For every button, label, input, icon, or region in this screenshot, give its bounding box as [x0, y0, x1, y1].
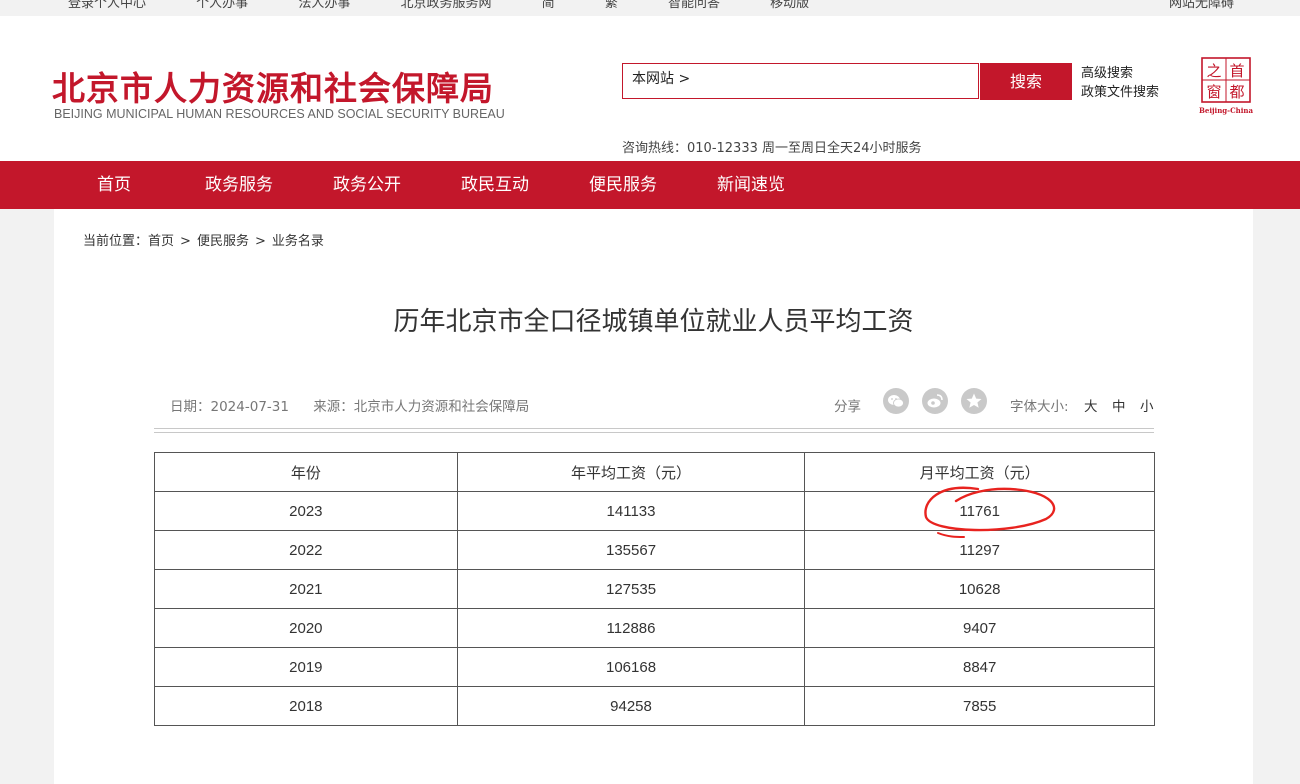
star-icon [966, 393, 982, 408]
page-title: 历年北京市全口径城镇单位就业人员平均工资 [393, 307, 914, 337]
breadcrumb-business-list[interactable]: 业务名录 [272, 234, 324, 249]
search-input[interactable]: 本网站 > [622, 63, 979, 99]
table-row: 2019 106168 8847 [154, 647, 1155, 687]
article-meta: 日期：2024-07-31 来源：北京市人力资源和社会保障局 [170, 395, 549, 415]
cell-annual-wage: 127535 [456, 569, 806, 609]
nav-gov-services[interactable]: 政务服务 [205, 161, 273, 209]
cell-annual-wage: 135567 [456, 530, 806, 570]
top-utility-bar: 登录个人中心 个人办事 法人办事 北京政务服务网 简 繁 智能问答 移动版 网站… [0, 0, 1300, 16]
search-button[interactable]: 搜索 [980, 63, 1072, 100]
cell-monthly-wage: 8847 [804, 647, 1155, 687]
breadcrumb-separator: > [180, 234, 191, 249]
table-header-row: 年份 年平均工资（元） 月平均工资（元） [154, 452, 1155, 492]
cell-monthly-wage: 7855 [804, 686, 1155, 726]
top-link-personal-center[interactable]: 登录个人中心 [68, 0, 146, 11]
cell-year: 2021 [154, 569, 458, 609]
table-row: 2022 135567 11297 [154, 530, 1155, 570]
nav-home[interactable]: 首页 [97, 161, 131, 209]
top-link-simplified[interactable]: 简 [542, 0, 555, 11]
table-row: 2021 127535 10628 [154, 569, 1155, 609]
wechat-icon [888, 395, 904, 408]
policy-search-link[interactable]: 政策文件搜索 [1081, 83, 1159, 102]
hotline-text: 咨询热线：010-12333 周一至周日全天24小时服务 [622, 141, 922, 156]
cell-annual-wage: 94258 [456, 686, 806, 726]
cell-monthly-wage: 11761 [804, 491, 1155, 531]
top-link-corporate-affairs[interactable]: 法人办事 [298, 0, 350, 11]
cell-annual-wage: 112886 [456, 608, 806, 648]
font-size-medium[interactable]: 中 [1112, 395, 1126, 415]
wage-table: 年份 年平均工资（元） 月平均工资（元） 2023 141133 11761 2… [154, 452, 1155, 726]
font-size-small[interactable]: 小 [1140, 395, 1154, 415]
search-scope-label[interactable]: 本网站 > [632, 71, 690, 87]
article-source: 来源：北京市人力资源和社会保障局 [313, 399, 530, 415]
main-nav: 首页 政务服务 政务公开 政民互动 便民服务 新闻速览 [0, 161, 1300, 209]
share-label: 分享 [834, 399, 861, 415]
svg-text:Beijing-China: Beijing-China [1199, 106, 1254, 115]
top-link-gov-service[interactable]: 北京政务服务网 [400, 0, 491, 11]
nav-news[interactable]: 新闻速览 [717, 161, 785, 209]
breadcrumb-separator: > [254, 234, 266, 249]
top-links: 登录个人中心 个人办事 法人办事 北京政务服务网 简 繁 智能问答 移动版 [68, 0, 855, 11]
top-link-personal-affairs[interactable]: 个人办事 [196, 0, 248, 11]
font-size-label: 字体大小: [1010, 399, 1069, 415]
article-content: 当前位置：首页 > 便民服务 > 业务名录 历年北京市全口径城镇单位就业人员平均工资 日… [54, 209, 1253, 784]
top-link-traditional[interactable]: 繁 [605, 0, 618, 11]
table-row: 2023 141133 11761 [154, 491, 1155, 531]
advanced-search-link[interactable]: 高级搜索 [1081, 64, 1159, 83]
header-monthly-wage: 月平均工资（元） [804, 452, 1155, 492]
weibo-share-button[interactable] [922, 388, 948, 414]
nav-gov-disclosure[interactable]: 政务公开 [333, 161, 401, 209]
header-year: 年份 [154, 452, 458, 492]
breadcrumb-citizen-services[interactable]: 便民服务 [197, 234, 249, 249]
breadcrumb-prefix: 当前位置： [83, 234, 149, 249]
search-links: 高级搜索 政策文件搜索 [1081, 64, 1159, 102]
cell-monthly-wage: 9407 [804, 608, 1155, 648]
weibo-icon [927, 394, 943, 408]
capital-window-seal-icon: 首 都 之 窗 Beijing-China [1199, 57, 1254, 115]
capital-window-logo[interactable]: 首 都 之 窗 Beijing-China [1198, 56, 1254, 116]
svg-text:之: 之 [1206, 62, 1221, 80]
top-link-mobile[interactable]: 移动版 [770, 0, 809, 11]
site-logo-title[interactable]: 北京市人力资源和社会保障局 [52, 62, 494, 110]
cell-year: 2020 [154, 608, 458, 648]
cell-year: 2023 [154, 491, 458, 531]
svg-text:首: 首 [1229, 62, 1244, 80]
breadcrumb-home[interactable]: 首页 [148, 234, 174, 249]
favorite-share-button[interactable] [961, 388, 987, 414]
site-logo-subtitle: BEIJING MUNICIPAL HUMAN RESOURCES AND SO… [54, 107, 505, 121]
svg-text:窗: 窗 [1206, 83, 1221, 101]
site-header: 北京市人力资源和社会保障局 BEIJING MUNICIPAL HUMAN RE… [0, 16, 1300, 161]
top-link-accessibility[interactable]: 网站无障碍 [1169, 0, 1234, 11]
nav-citizen-services[interactable]: 便民服务 [589, 161, 657, 209]
cell-monthly-wage: 10628 [804, 569, 1155, 609]
font-size-large[interactable]: 大 [1084, 395, 1098, 415]
table-row: 2018 94258 7855 [154, 686, 1155, 726]
cell-year: 2022 [154, 530, 458, 570]
cell-year: 2018 [154, 686, 458, 726]
cell-year: 2019 [154, 647, 458, 687]
table-row: 2020 112886 9407 [154, 608, 1155, 648]
header-annual-wage: 年平均工资（元） [456, 452, 806, 492]
breadcrumb: 当前位置：首页 > 便民服务 > 业务名录 [83, 230, 324, 249]
svg-text:都: 都 [1229, 83, 1244, 101]
meta-divider [154, 428, 1154, 433]
nav-interaction[interactable]: 政民互动 [461, 161, 529, 209]
top-link-smart-qa[interactable]: 智能问答 [668, 0, 720, 11]
cell-monthly-wage: 11297 [804, 530, 1155, 570]
article-date: 日期：2024-07-31 [170, 399, 289, 415]
cell-annual-wage: 106168 [456, 647, 806, 687]
cell-annual-wage: 141133 [456, 491, 806, 531]
wechat-share-button[interactable] [883, 388, 909, 414]
